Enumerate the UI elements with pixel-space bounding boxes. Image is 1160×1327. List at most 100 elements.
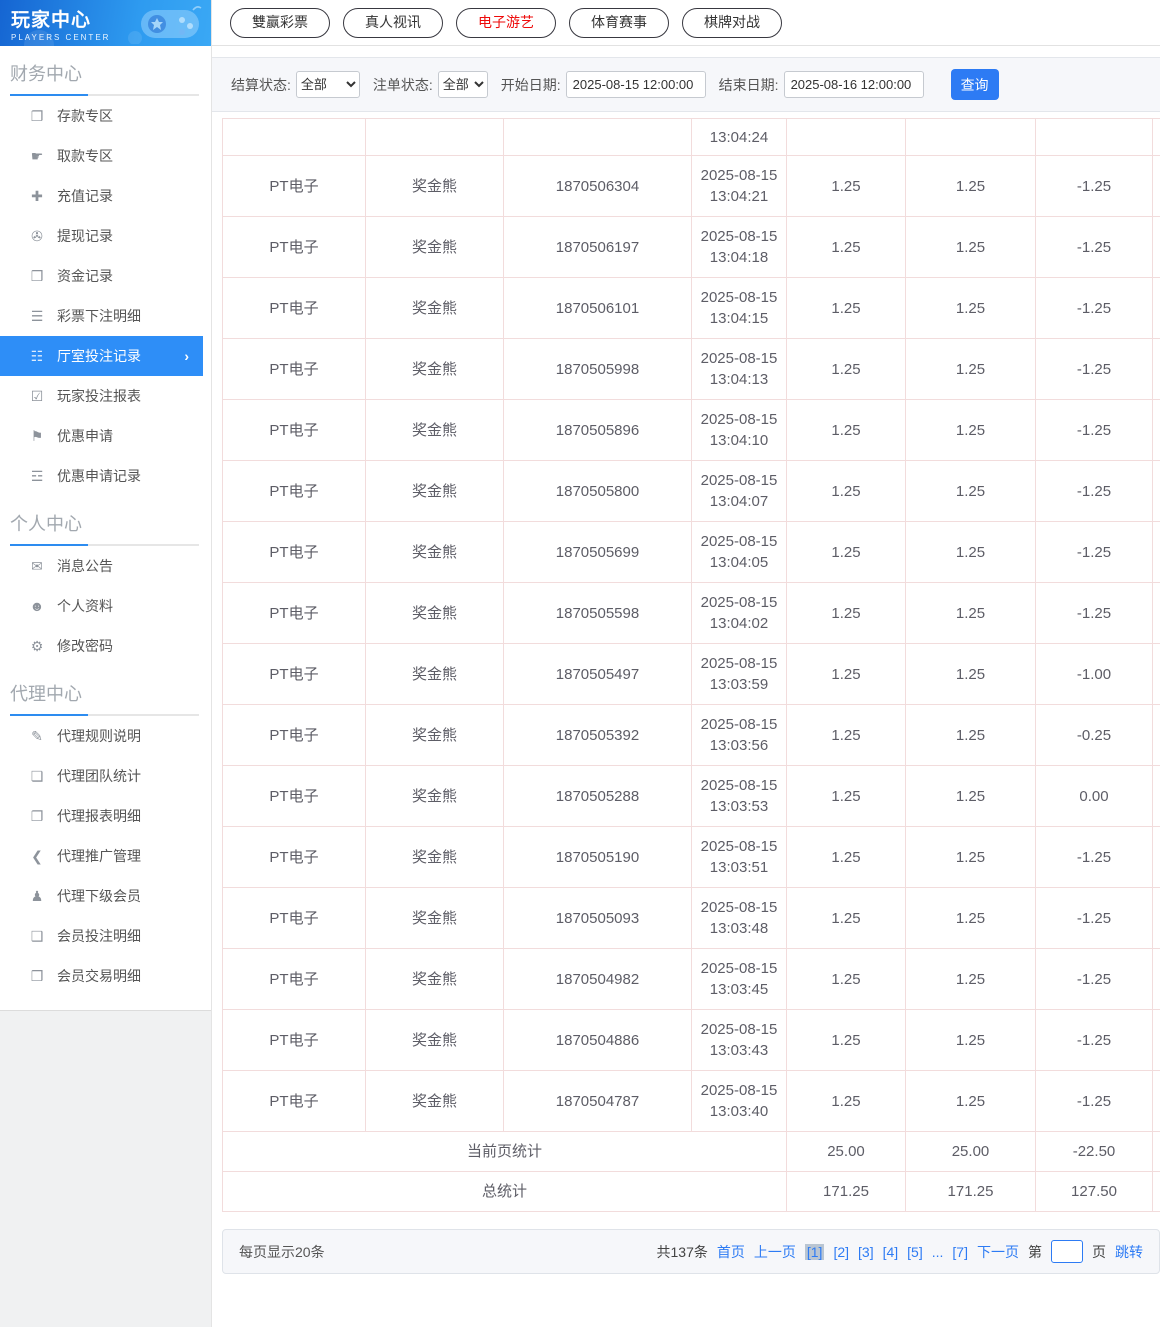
order-status-select[interactable]: 全部 — [437, 71, 488, 98]
valid-bet-cell: 1.25 — [905, 948, 1036, 1010]
sidebar-item[interactable]: ❒ 资金记录 — [0, 256, 211, 296]
win-loss-cell: -1.25 — [1035, 826, 1153, 888]
page-number-link[interactable]: [1] — [804, 1243, 825, 1260]
order-id-cell: 1870505392 — [503, 704, 692, 766]
query-button[interactable]: 查询 — [950, 69, 999, 100]
platform-cell: PT电子 — [222, 765, 366, 827]
sidebar-item[interactable]: ❮ 代理推广管理 — [0, 836, 211, 876]
bet-records-table: 13:04:24 PT电子 奖金熊 1870506304 2025-08-15 … — [222, 118, 1160, 1212]
sidebar-item[interactable]: ✉ 消息公告 — [0, 546, 211, 586]
game-category-tab[interactable]: 真人视讯 — [343, 7, 443, 38]
game-cell: 奖金熊 — [365, 1009, 504, 1071]
jump-button[interactable]: 跳转 — [1115, 1242, 1143, 1262]
funds-purse-icon: ❒ — [30, 267, 44, 284]
sidebar-item[interactable]: ❒ 会员交易明细 — [0, 956, 211, 996]
sidebar-item[interactable]: ❐ 存款专区 — [0, 96, 211, 136]
end-date-label: 结束日期: — [718, 76, 779, 93]
game-category-tab[interactable]: 棋牌对战 — [682, 7, 782, 38]
jump-page-input[interactable] — [1051, 1240, 1083, 1263]
sidebar-item[interactable]: ♟ 代理下级会员 — [0, 876, 211, 916]
sidebar-item[interactable]: ☛ 取款专区 — [0, 136, 211, 176]
bet-time-cell: 2025-08-15 13:04:13 — [691, 338, 787, 400]
order-id-cell: 1870504982 — [503, 948, 692, 1010]
member-transaction-icon: ❒ — [30, 967, 44, 984]
cutoff-cell — [1152, 277, 1160, 339]
sidebar-item[interactable]: ☲ 优惠申请记录 — [0, 456, 211, 496]
page-number-link[interactable]: [2] — [833, 1244, 849, 1260]
valid-bet-cell: 1.25 — [905, 765, 1036, 827]
agent-report-icon: ❐ — [30, 807, 44, 824]
next-page-link[interactable]: 下一页 — [977, 1242, 1019, 1262]
table-row: PT电子 奖金熊 1870505800 2025-08-15 13:04:07 … — [222, 460, 1160, 522]
bet-time-cell: 2025-08-15 13:03:56 — [691, 704, 787, 766]
withdraw-wallet-icon: ✇ — [31, 227, 43, 244]
summary-label-cell: 总统计 — [222, 1171, 787, 1212]
valid-bet-cell: 1.25 — [905, 887, 1036, 949]
sidebar-item[interactable]: ✇ 提现记录 — [0, 216, 211, 256]
sidebar-item-label: 资金记录 — [57, 268, 113, 284]
sidebar-item-label: 代理推广管理 — [57, 848, 141, 864]
sidebar-item[interactable]: ☷ 厅室投注记录 › — [0, 336, 203, 376]
end-date-input[interactable] — [783, 71, 924, 98]
game-category-tab[interactable]: 电子游艺 — [456, 7, 556, 38]
prev-page-link[interactable]: 上一页 — [754, 1242, 796, 1262]
bet-time-cell: 2025-08-15 13:04:05 — [691, 521, 787, 583]
page-number-link[interactable]: [3] — [858, 1244, 874, 1260]
page-number-link[interactable]: [4] — [883, 1244, 899, 1260]
page-number-link[interactable]: [5] — [907, 1244, 923, 1260]
sidebar-item[interactable]: ✎ 代理规则说明 — [0, 716, 211, 756]
bet-amount-cell: 1.25 — [786, 704, 906, 766]
cutoff-cell — [1152, 216, 1160, 278]
sidebar-item[interactable]: ⚙ 修改密码 — [0, 626, 211, 666]
settle-status-select[interactable]: 全部 — [295, 71, 360, 98]
table-row: PT电子 奖金熊 1870505497 2025-08-15 13:03:59 … — [222, 643, 1160, 705]
sidebar-section-title: 代理中心 — [10, 684, 82, 704]
sidebar-item-label: 代理下级会员 — [57, 888, 141, 904]
sidebar-section-title: 财务中心 — [10, 64, 82, 84]
sidebar-item[interactable]: ❏ 代理团队统计 — [0, 756, 211, 796]
bet-amount-cell: 1.25 — [786, 216, 906, 278]
first-page-link[interactable]: 首页 — [717, 1242, 745, 1262]
sidebar-item-label: 个人资料 — [57, 598, 113, 614]
sidebar-item[interactable]: ☰ 彩票下注明细 — [0, 296, 211, 336]
total-count-label: 共137条 — [656, 1243, 708, 1260]
win-loss-cell: -1.25 — [1035, 399, 1153, 461]
cutoff-cell — [1152, 887, 1160, 949]
bet-time-cell: 2025-08-15 13:04:10 — [691, 399, 787, 461]
jump-prefix-label: 第 — [1028, 1243, 1042, 1260]
cutoff-cell — [1152, 1070, 1160, 1132]
sidebar-item[interactable]: ❑ 会员投注明细 — [0, 916, 211, 956]
bet-amount-cell: 1.25 — [786, 399, 906, 461]
bet-amount-cell: 1.25 — [786, 1009, 906, 1071]
sidebar-item[interactable]: ☻ 个人资料 — [0, 586, 211, 626]
settle-status-label: 结算状态: — [231, 76, 291, 93]
recharge-moneybag-icon: ✚ — [31, 187, 43, 204]
sidebar-item-label: 存款专区 — [57, 108, 113, 124]
sidebar-item-label: 提现记录 — [57, 228, 113, 244]
bet-time-cell: 2025-08-15 13:03:48 — [691, 887, 787, 949]
order-id-cell: 1870506304 — [503, 155, 692, 217]
page-number-link[interactable]: [7] — [952, 1244, 968, 1260]
sidebar-section-items: ✉ 消息公告 ☻ 个人资料 ⚙ 修改密码 — [0, 546, 211, 666]
table-body: PT电子 奖金熊 1870506304 2025-08-15 13:04:21 … — [222, 155, 1160, 1132]
game-category-tab[interactable]: 体育赛事 — [569, 7, 669, 38]
sidebar-item[interactable]: ⚑ 优惠申请 — [0, 416, 211, 456]
table-row: PT电子 奖金熊 1870504886 2025-08-15 13:03:43 … — [222, 1009, 1160, 1071]
game-category-tab[interactable]: 雙赢彩票 — [230, 7, 330, 38]
valid-bet-cell: 1.25 — [905, 704, 1036, 766]
page-number-link[interactable]: ... — [932, 1244, 944, 1260]
win-loss-cell: -1.25 — [1035, 521, 1153, 583]
cutoff-cell — [1152, 704, 1160, 766]
valid-bet-cell: 1.25 — [905, 277, 1036, 339]
win-loss-cell: -1.25 — [1035, 277, 1153, 339]
table-row: PT电子 奖金熊 1870505392 2025-08-15 13:03:56 … — [222, 704, 1160, 766]
sidebar-item[interactable]: ☑ 玩家投注报表 — [0, 376, 211, 416]
sidebar-item-label: 代理团队统计 — [57, 768, 141, 784]
platform-cell: PT电子 — [222, 948, 366, 1010]
sidebar-item[interactable]: ✚ 充值记录 — [0, 176, 211, 216]
sidebar-item[interactable]: ❐ 代理报表明细 — [0, 796, 211, 836]
order-id-cell: 1870505497 — [503, 643, 692, 705]
start-date-input[interactable] — [565, 71, 706, 98]
table-row: PT电子 奖金熊 1870506101 2025-08-15 13:04:15 … — [222, 277, 1160, 339]
sidebar-section: 个人中心 ✉ 消息公告 ☻ 个人资料 ⚙ 修改密码 — [0, 496, 211, 666]
